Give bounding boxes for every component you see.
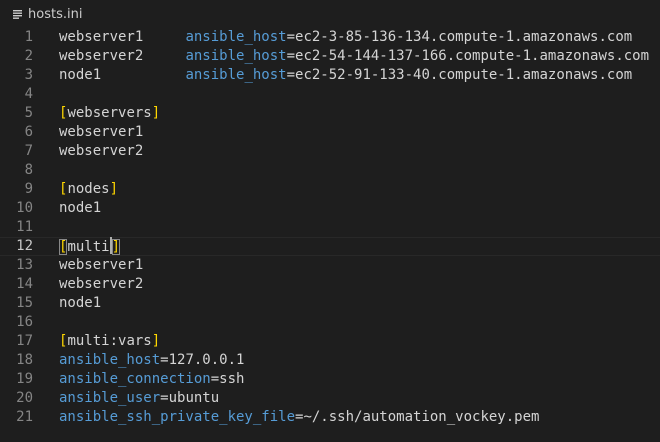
code-line[interactable]: 20 ansible_user=ubuntu [0,389,660,408]
line-content: ansible_connection=ssh [59,370,244,389]
host-alias: webserver2 [59,143,144,159]
code-line[interactable]: 5 [webservers] [0,104,660,123]
breadcrumb[interactable]: hosts.ini [0,0,660,28]
variable-value: =ec2-3-85-136-134.compute-1.amazonaws.co… [286,29,633,45]
breadcrumb-filename[interactable]: hosts.ini [28,7,82,22]
code-line[interactable]: 6 webserver1 [0,123,660,142]
line-content: node1 [59,199,101,218]
code-line[interactable]: 15 node1 [0,294,660,313]
variable-value: =127.0.0.1 [160,352,245,368]
line-number: 15 [16,295,33,311]
code-line[interactable]: 18 ansible_host=127.0.0.1 [0,351,660,370]
variable-value: =ubuntu [160,390,220,406]
host-alias: webserver1 [59,124,144,140]
line-number: 2 [24,48,33,64]
code-line[interactable]: 19 ansible_connection=ssh [0,370,660,389]
line-number: 17 [16,333,33,349]
line-number: 18 [16,352,33,368]
code-line[interactable]: 12 [multi] [0,237,660,256]
variable-key: ansible_host [185,29,287,45]
line-number: 5 [24,105,33,121]
line-number: 21 [16,409,33,425]
section-name: multi [67,239,110,255]
line-number: 8 [24,162,33,178]
code-line[interactable]: 4 [0,85,660,104]
variable-key: ansible_host [59,352,161,368]
variable-value: =ec2-52-91-133-40.compute-1.amazonaws.co… [286,67,633,83]
code-line[interactable]: 10 node1 [0,199,660,218]
code-line[interactable]: 7 webserver2 [0,142,660,161]
host-alias: node1 [59,200,102,216]
line-content: webserver2 [59,142,143,161]
line-number: 19 [16,371,33,387]
code-line[interactable]: 3 node1 ansible_host=ec2-52-91-133-40.com… [0,66,660,85]
code-line[interactable]: 16 [0,313,660,332]
section-close-bracket: ] [151,105,161,121]
line-content: webserver2 ansible_host=ec2-54-144-137-1… [59,47,649,66]
line-content: webserver1 [59,123,143,142]
line-content: [webservers] [59,104,160,123]
line-number: 12 [16,238,33,254]
lines-file-icon [13,9,22,19]
line-content: node1 [59,294,101,313]
line-number: 7 [24,143,33,159]
code-line[interactable]: 2 webserver2 ansible_host=ec2-54-144-137-… [0,47,660,66]
section-close-bracket: ] [111,239,121,255]
line-content: ansible_user=ubuntu [59,389,219,408]
host-alias: webserver1 [59,257,144,273]
line-content: [multi] [59,237,121,257]
code-line[interactable]: 17 [multi:vars] [0,332,660,351]
code-line[interactable]: 13 webserver1 [0,256,660,275]
section-close-bracket: ] [151,333,161,349]
line-number: 10 [16,200,33,216]
host-alias: node1 [59,67,186,83]
code-line[interactable]: 11 [0,218,660,237]
host-alias: webserver2 [59,48,186,64]
line-number: 14 [16,276,33,292]
line-content: webserver1 ansible_host=ec2-3-85-136-134… [59,28,632,47]
host-alias: webserver2 [59,276,144,292]
host-alias: webserver1 [59,29,186,45]
line-number: 11 [16,219,33,235]
line-number: 20 [16,390,33,406]
line-number: 3 [24,67,33,83]
line-number: 9 [24,181,33,197]
variable-value: =~/.ssh/automation_vockey.pem [295,409,540,425]
code-line[interactable]: 9 [nodes] [0,180,660,199]
variable-key: ansible_host [185,48,287,64]
variable-key: ansible_host [185,67,287,83]
line-content: [nodes] [59,180,118,199]
code-line[interactable]: 21 ansible_ssh_private_key_file=~/.ssh/au… [0,408,660,427]
section-name: multi:vars [67,333,152,349]
section-name: webservers [67,105,152,121]
section-close-bracket: ] [109,181,119,197]
line-content: node1 ansible_host=ec2-52-91-133-40.comp… [59,66,632,85]
line-content: ansible_ssh_private_key_file=~/.ssh/auto… [59,408,539,427]
line-content: webserver2 [59,275,143,294]
code-line[interactable]: 1 webserver1 ansible_host=ec2-3-85-136-13… [0,28,660,47]
code-editor[interactable]: 1 webserver1 ansible_host=ec2-3-85-136-13… [0,28,660,442]
line-number: 1 [24,29,33,45]
variable-key: ansible_ssh_private_key_file [59,409,296,425]
line-number: 13 [16,257,33,273]
line-content: ansible_host=127.0.0.1 [59,351,244,370]
variable-value: =ssh [210,371,245,387]
line-number: 4 [24,86,33,102]
host-alias: node1 [59,295,102,311]
line-content: webserver1 [59,256,143,275]
variable-key: ansible_user [59,390,161,406]
section-name: nodes [67,181,110,197]
line-number: 16 [16,314,33,330]
variable-key: ansible_connection [59,371,211,387]
code-line[interactable]: 14 webserver2 [0,275,660,294]
line-number: 6 [24,124,33,140]
editor-window: hosts.ini 1 webserver1 ansible_host=ec2-3… [0,0,660,442]
variable-value: =ec2-54-144-137-166.compute-1.amazonaws.… [286,48,650,64]
code-line[interactable]: 8 [0,161,660,180]
line-content: [multi:vars] [59,332,160,351]
